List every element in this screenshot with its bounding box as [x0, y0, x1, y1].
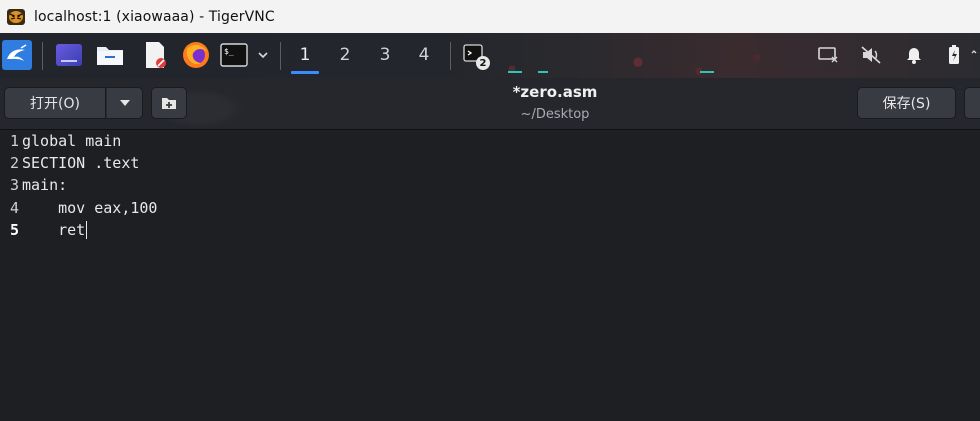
code-line: 2 SECTION .text	[0, 152, 139, 174]
line-number: 1	[9, 132, 19, 150]
workspace-2[interactable]: 2	[327, 37, 363, 73]
editor-headerbar: 打开(O) *zero.asm ~/Desktop 保存(S)	[0, 78, 980, 130]
mute-icon[interactable]	[855, 39, 887, 71]
panel-decoration-strip	[700, 71, 714, 73]
panel-wallpaper-decoration	[440, 33, 800, 78]
workspace-1[interactable]: 1	[287, 37, 323, 74]
text-editor-icon[interactable]	[138, 38, 172, 72]
text-cursor	[86, 221, 88, 239]
line-text[interactable]: main:	[22, 176, 67, 194]
line-text[interactable]: mov eax,100	[22, 199, 157, 217]
code-line: 3 main:	[0, 174, 67, 196]
kali-top-panel: $_ 1 2 3 4 2	[0, 33, 980, 78]
terminal-window-button[interactable]: 2	[459, 38, 493, 72]
new-document-icon	[162, 98, 176, 109]
panel-decoration-strip	[538, 71, 548, 73]
panel-separator	[280, 42, 281, 70]
firefox-icon[interactable]	[179, 38, 213, 72]
desktop-icon[interactable]	[52, 38, 86, 72]
chevron-down-icon[interactable]	[252, 38, 274, 72]
vnc-window-title: localhost:1 (xiaowaaa) - TigerVNC	[34, 8, 275, 25]
display-icon[interactable]	[812, 39, 844, 71]
save-button[interactable]: 保存(S)	[857, 87, 956, 119]
panel-separator	[450, 42, 451, 70]
document-path: ~/Desktop	[520, 107, 590, 122]
file-manager-icon[interactable]	[93, 38, 127, 72]
document-title: *zero.asm	[512, 83, 598, 101]
tigervnc-logo-icon	[6, 7, 26, 27]
line-number: 2	[9, 154, 19, 172]
vnc-titlebar: localhost:1 (xiaowaaa) - TigerVNC	[0, 0, 980, 33]
panel-separator	[42, 42, 43, 70]
window-count-badge: 2	[476, 56, 490, 70]
line-text[interactable]: ret	[22, 221, 85, 239]
overflow-icon[interactable]	[968, 39, 980, 71]
new-tab-button[interactable]	[151, 87, 187, 119]
code-line: 1 global main	[0, 130, 121, 152]
line-text[interactable]: global main	[22, 132, 121, 150]
workspace-3[interactable]: 3	[367, 37, 403, 73]
line-text[interactable]: SECTION .text	[22, 154, 139, 172]
panel-decoration-strip	[508, 71, 522, 73]
code-line: 4 mov eax,100	[0, 197, 158, 219]
workspace-4[interactable]: 4	[406, 37, 442, 73]
menu-button[interactable]	[964, 87, 980, 119]
kali-menu-icon[interactable]	[0, 38, 34, 72]
svg-text:$_: $_	[224, 47, 234, 56]
bell-icon[interactable]	[898, 39, 930, 71]
battery-icon[interactable]	[938, 39, 970, 71]
caret-down-icon	[119, 100, 130, 106]
text-editor-area[interactable]: 1 global main 2 SECTION .text 3 main: 4 …	[0, 130, 980, 421]
line-number: 3	[9, 176, 19, 194]
terminal-icon[interactable]: $_	[217, 38, 251, 72]
line-number: 4	[9, 199, 19, 217]
open-button[interactable]: 打开(O)	[4, 87, 106, 119]
open-menu-button[interactable]	[106, 87, 143, 119]
current-line-number: 5	[9, 221, 19, 239]
code-line-current: 5 ret	[0, 219, 88, 241]
